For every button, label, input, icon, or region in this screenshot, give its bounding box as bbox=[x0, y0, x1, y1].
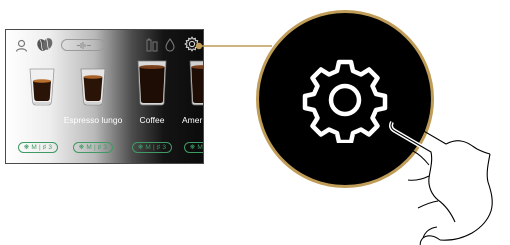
hand-tap-icon bbox=[389, 118, 493, 245]
